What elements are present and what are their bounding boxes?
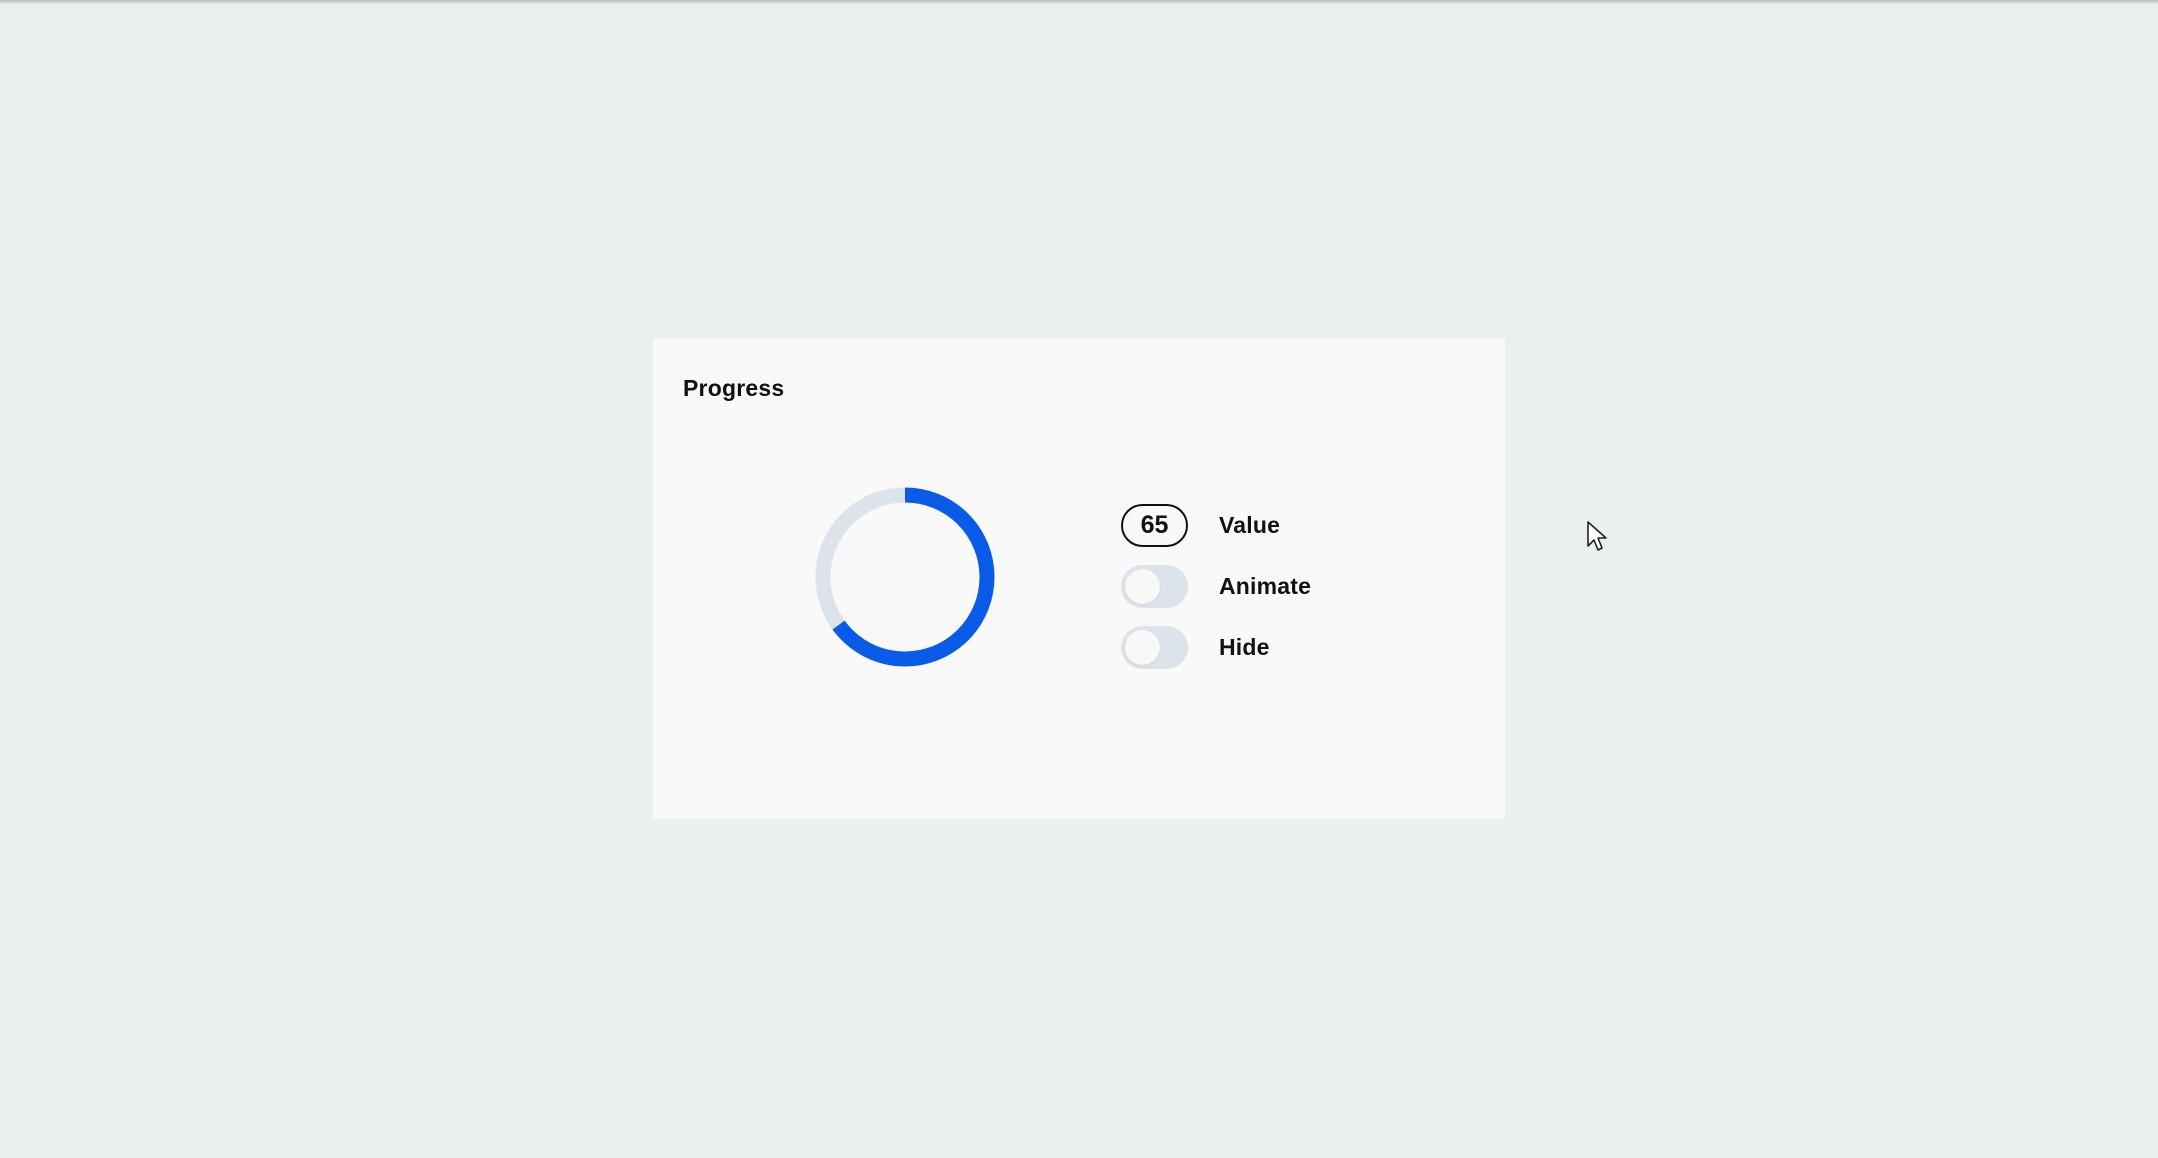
mouse-pointer-icon [1587,521,1607,551]
browser-top-border [0,0,2158,4]
progress-controls: 65 Value Animate Hide [1121,495,1311,678]
hide-toggle-knob [1125,630,1160,665]
hide-row: Hide [1121,617,1311,678]
value-row: 65 Value [1121,495,1311,556]
card-title: Progress [683,375,785,401]
value-label: Value [1219,512,1281,538]
animate-toggle[interactable] [1121,565,1188,608]
animate-row: Animate [1121,556,1311,617]
value-input[interactable]: 65 [1121,504,1188,547]
progress-ring [815,487,995,667]
animate-toggle-knob [1125,569,1160,604]
progress-card: Progress 65 Value Animate Hide [653,339,1505,819]
hide-toggle[interactable] [1121,626,1188,669]
animate-label: Animate [1219,573,1312,599]
hide-label: Hide [1219,634,1270,660]
